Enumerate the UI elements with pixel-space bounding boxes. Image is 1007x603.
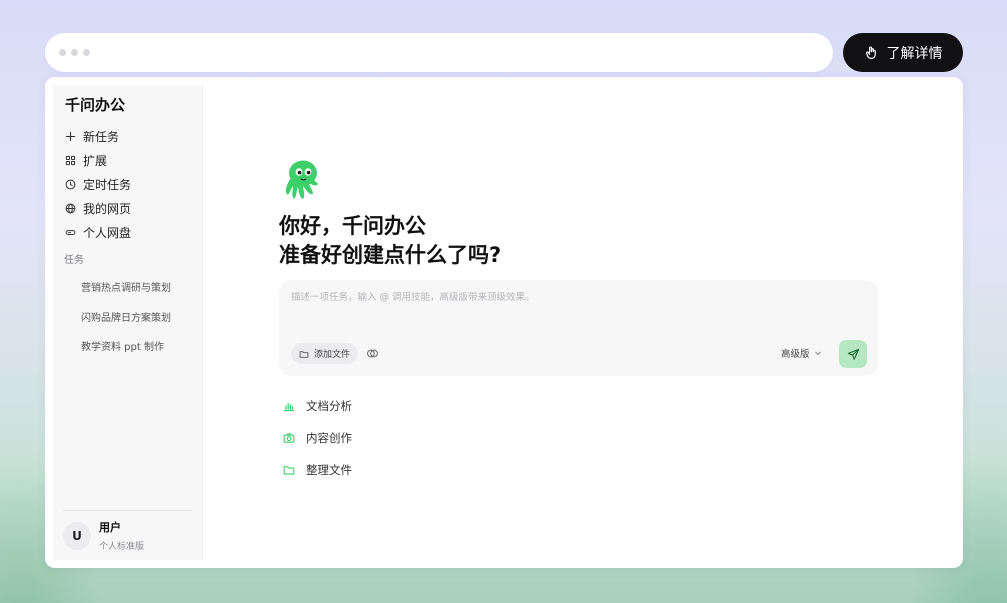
sidebar-nav: 新任务 扩展 定时任务 我的网页 个人网盘 <box>63 124 198 244</box>
octopus-mascot-icon <box>285 160 318 199</box>
learn-more-label: 了解详情 <box>886 45 943 62</box>
sidebar: 千问办公 新任务 扩展 定时任务 我的网页 个人网盘 任务 营销热点调研与策划 … <box>53 85 203 560</box>
user-name: 用户 <box>99 521 121 534</box>
model-select[interactable]: 高级版 <box>781 346 822 360</box>
chevron-down-icon <box>814 351 821 356</box>
quick-actions: 文档分析 内容创作 整理文件 <box>283 390 352 486</box>
sidebar-item-label: 定时任务 <box>83 177 132 192</box>
drive-icon <box>65 229 76 235</box>
quick-action-label: 文档分析 <box>306 399 352 413</box>
folder-icon <box>299 350 309 358</box>
url-bar-dot <box>59 49 66 56</box>
task-list: 营销热点调研与策划 闪购品牌日方案策划 教学资料 ppt 制作 <box>81 272 196 361</box>
sidebar-item-scheduled-tasks[interactable]: 定时任务 <box>63 172 198 196</box>
avatar: U <box>63 521 91 550</box>
quick-action-content-creation[interactable]: 内容创作 <box>283 422 352 454</box>
sidebar-item-personal-drive[interactable]: 个人网盘 <box>63 220 198 244</box>
app-title: 千问办公 <box>65 96 126 114</box>
send-button[interactable] <box>839 340 867 368</box>
tasks-section-label: 任务 <box>64 255 84 266</box>
url-bar-dot <box>71 49 78 56</box>
greeting-line-1: 你好，千问办公 <box>279 214 426 238</box>
add-file-label: 添加文件 <box>314 350 351 360</box>
camera-icon <box>283 433 295 443</box>
sidebar-item-my-pages[interactable]: 我的网页 <box>63 196 198 220</box>
add-file-button[interactable]: 添加文件 <box>291 343 359 364</box>
learn-more-button[interactable]: 了解详情 <box>843 33 963 72</box>
grid-icon <box>65 155 76 165</box>
sidebar-item-label: 新任务 <box>83 129 120 144</box>
globe-icon <box>65 203 76 213</box>
link-icon[interactable] <box>366 347 379 360</box>
sidebar-item-label: 个人网盘 <box>83 225 132 240</box>
user-profile[interactable]: U 用户 个人标准版 <box>63 519 144 552</box>
sidebar-item-label: 扩展 <box>83 153 108 168</box>
url-bar[interactable] <box>45 33 833 72</box>
sidebar-item-extensions[interactable]: 扩展 <box>63 148 198 172</box>
plus-icon <box>65 131 76 141</box>
bar-chart-icon <box>283 402 295 412</box>
folder-icon <box>283 466 295 475</box>
quick-action-label: 整理文件 <box>306 463 352 477</box>
task-item[interactable]: 闪购品牌日方案策划 <box>81 302 196 332</box>
sidebar-item-label: 我的网页 <box>83 201 132 216</box>
main-panel: 你好，千问办公 准备好创建点什么了吗? 添加文件 高级版 文档分析 <box>203 77 963 568</box>
task-composer: 添加文件 高级版 <box>279 280 878 376</box>
greeting-line-2: 准备好创建点什么了吗? <box>279 243 502 267</box>
user-plan: 个人标准版 <box>99 542 145 552</box>
app-window: 千问办公 新任务 扩展 定时任务 我的网页 个人网盘 任务 营销热点调研与策划 … <box>45 77 963 568</box>
quick-action-organize-files[interactable]: 整理文件 <box>283 454 352 486</box>
sidebar-item-new-task[interactable]: 新任务 <box>63 124 198 148</box>
clock-icon <box>65 179 76 189</box>
greeting: 你好，千问办公 准备好创建点什么了吗? <box>279 212 501 270</box>
task-input[interactable] <box>291 292 851 303</box>
hand-icon <box>865 46 876 60</box>
quick-action-document-analysis[interactable]: 文档分析 <box>283 390 352 422</box>
quick-action-label: 内容创作 <box>306 431 352 445</box>
url-bar-dot <box>83 49 90 56</box>
task-item[interactable]: 教学资料 ppt 制作 <box>81 331 196 361</box>
divider <box>63 510 192 511</box>
send-icon <box>847 348 859 360</box>
model-select-label: 高级版 <box>781 349 810 360</box>
task-item[interactable]: 营销热点调研与策划 <box>81 272 196 302</box>
